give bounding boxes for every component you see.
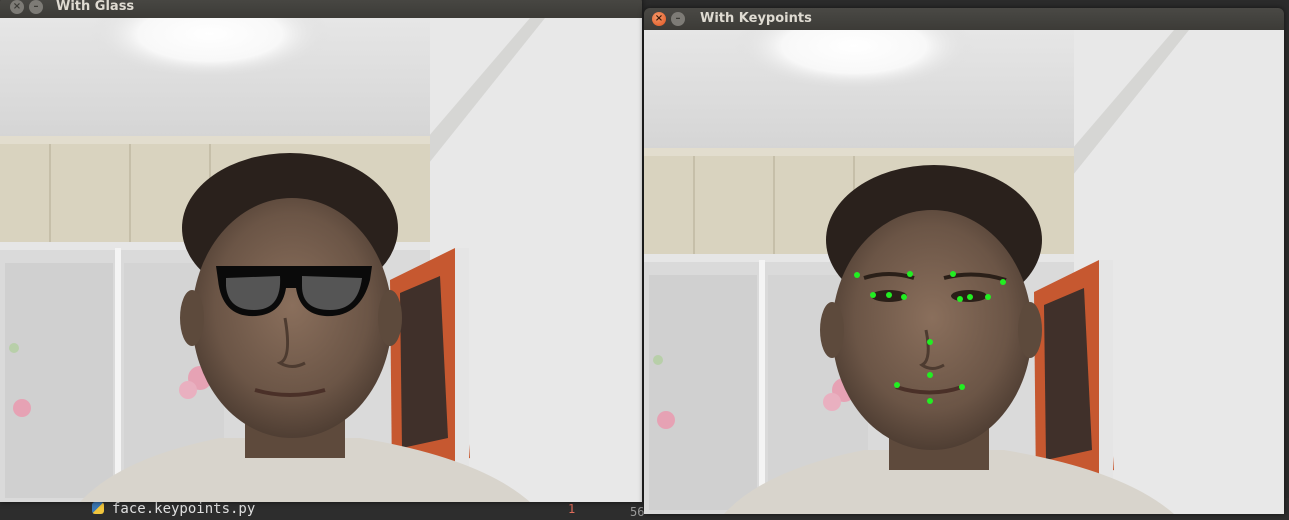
keypoint-marker bbox=[985, 294, 991, 300]
editor-line-number: 56 bbox=[630, 505, 645, 519]
keypoint-marker bbox=[894, 382, 900, 388]
keypoint-marker bbox=[886, 292, 892, 298]
desktop: face.keypoints.py 1 56 × – With Glass × … bbox=[0, 0, 1289, 520]
keypoint-marker bbox=[959, 384, 965, 390]
camera-image-keypoints bbox=[644, 30, 1284, 514]
keypoint-marker bbox=[907, 271, 913, 277]
close-icon[interactable]: × bbox=[652, 12, 666, 26]
python-file-icon bbox=[92, 502, 104, 514]
window-with-glass[interactable]: × – With Glass bbox=[0, 0, 642, 502]
keypoint-marker bbox=[854, 272, 860, 278]
keypoint-marker bbox=[927, 398, 933, 404]
camera-frame-keypoints bbox=[644, 30, 1284, 514]
keypoint-marker bbox=[950, 271, 956, 277]
keypoint-marker bbox=[967, 294, 973, 300]
window-titlebar[interactable]: × – With Keypoints bbox=[644, 8, 1284, 30]
camera-image-glass bbox=[0, 18, 642, 502]
close-icon[interactable]: × bbox=[10, 0, 24, 14]
keypoint-marker bbox=[1000, 279, 1006, 285]
keypoint-marker bbox=[957, 296, 963, 302]
keypoint-marker bbox=[870, 292, 876, 298]
window-titlebar[interactable]: × – With Glass bbox=[0, 0, 642, 18]
keypoint-marker bbox=[901, 294, 907, 300]
window-with-keypoints[interactable]: × – With Keypoints bbox=[644, 8, 1284, 514]
keypoint-marker bbox=[927, 372, 933, 378]
window-title: With Keypoints bbox=[700, 11, 812, 26]
keypoint-marker bbox=[927, 339, 933, 345]
camera-frame-glass bbox=[0, 18, 642, 502]
minimize-icon[interactable]: – bbox=[29, 0, 43, 14]
editor-file-name: face.keypoints.py bbox=[112, 501, 256, 517]
minimize-icon[interactable]: – bbox=[671, 12, 685, 26]
window-title: With Glass bbox=[56, 0, 135, 14]
